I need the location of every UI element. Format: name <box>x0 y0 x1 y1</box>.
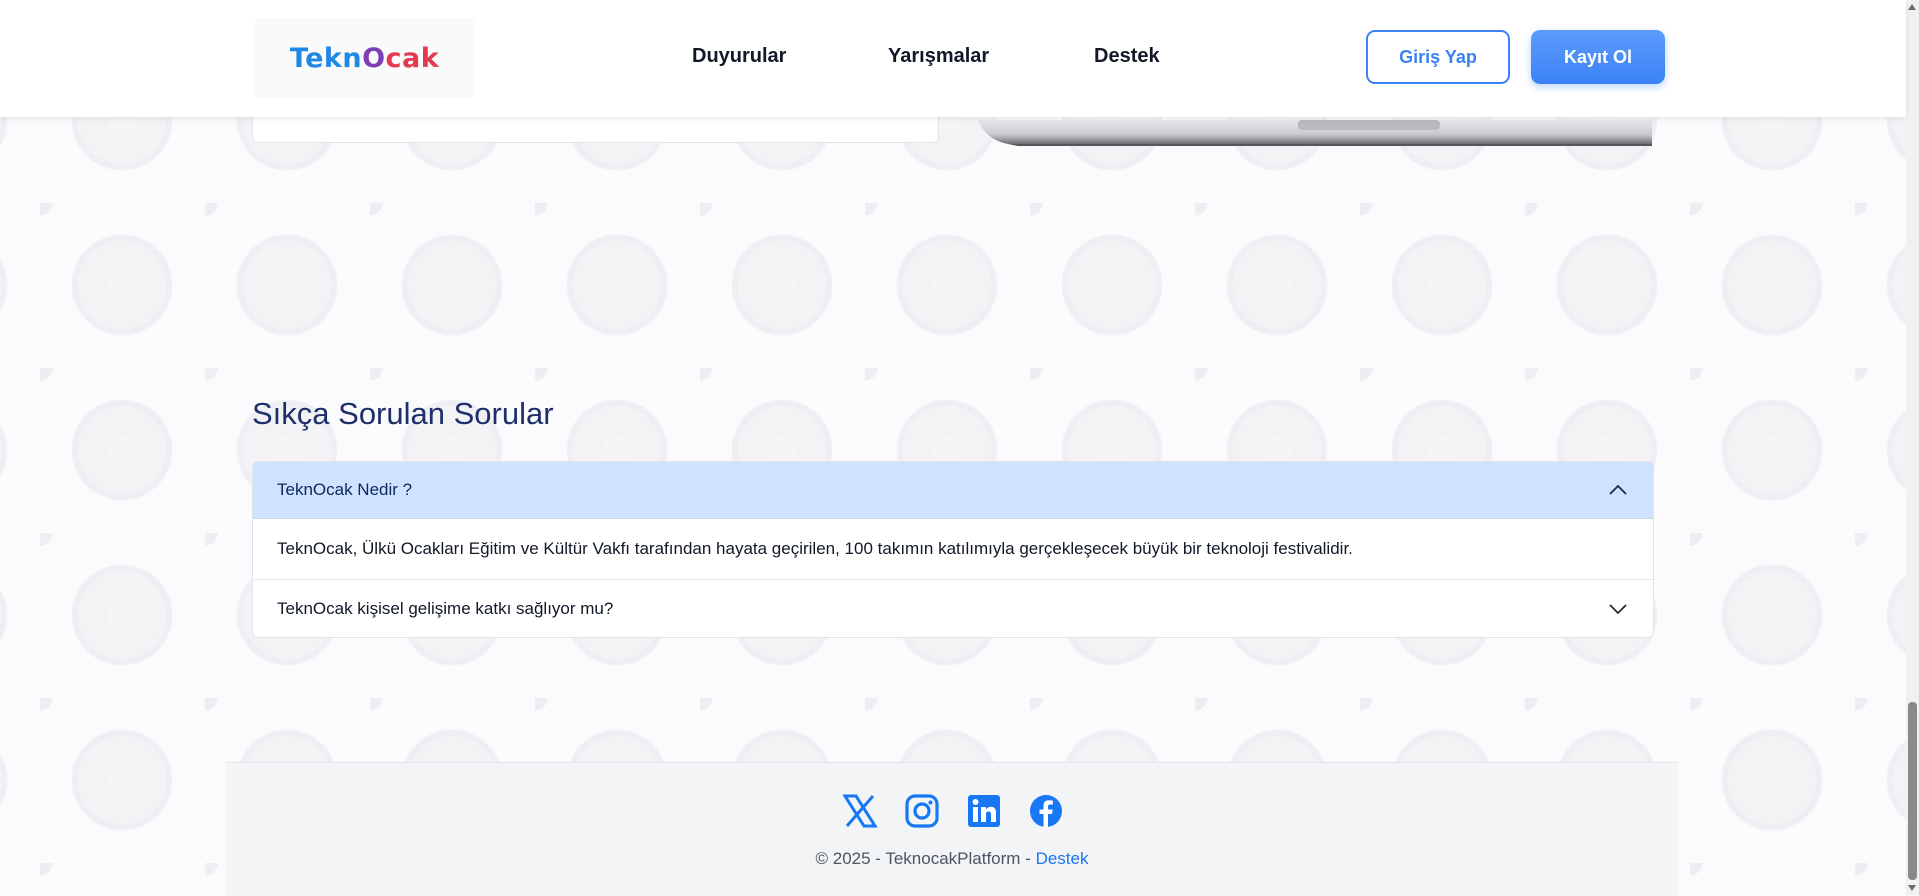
page-scrollbar[interactable] <box>1906 0 1919 895</box>
login-button[interactable]: Giriş Yap <box>1366 30 1510 84</box>
faq-question-1[interactable]: TeknOcak Nedir ? <box>253 462 1653 519</box>
instagram-icon[interactable] <box>904 793 940 829</box>
copyright-text: © 2025 - TeknocakPlatform - Destek <box>815 849 1089 868</box>
faq-question-text: TeknOcak Nedir ? <box>277 480 413 499</box>
nav-destek[interactable]: Destek <box>1094 45 1160 68</box>
register-button[interactable]: Kayıt Ol <box>1531 30 1665 84</box>
scroll-down-icon[interactable] <box>1908 885 1916 891</box>
top-navbar: Tekn Ocak Duyurular Yarışmalar Destek Gir… <box>0 0 1906 117</box>
faq-title: Sıkça Sorulan Sorular <box>252 396 554 431</box>
faq-question-text: TeknOcak kişisel gelişime katkı sağlıyor… <box>277 598 614 618</box>
footer: © 2025 - TeknocakPlatform - Destek <box>226 762 1678 896</box>
faq-question-2[interactable]: TeknOcak kişisel gelişime katkı sağlıyor… <box>253 580 1653 637</box>
teknocak-logo[interactable]: Tekn Ocak <box>254 18 475 98</box>
nav-yarismalar[interactable]: Yarışmalar <box>888 45 989 68</box>
faq-accordion: TeknOcak Nedir ? TeknOcak, Ülkü Ocakları… <box>252 461 1654 638</box>
scroll-up-icon[interactable] <box>1908 4 1916 10</box>
chevron-up-icon <box>1609 484 1627 495</box>
x-icon[interactable] <box>842 793 878 829</box>
faq-answer-1: TeknOcak, Ülkü Ocakları Eğitim ve Kültür… <box>253 519 1653 580</box>
nav-duyurular[interactable]: Duyurular <box>692 45 786 68</box>
support-link[interactable]: Destek <box>1036 849 1089 868</box>
facebook-icon[interactable] <box>1028 793 1064 829</box>
chevron-down-icon <box>1609 603 1627 614</box>
linkedin-icon[interactable] <box>966 793 1002 829</box>
scrollbar-thumb[interactable] <box>1908 702 1917 880</box>
